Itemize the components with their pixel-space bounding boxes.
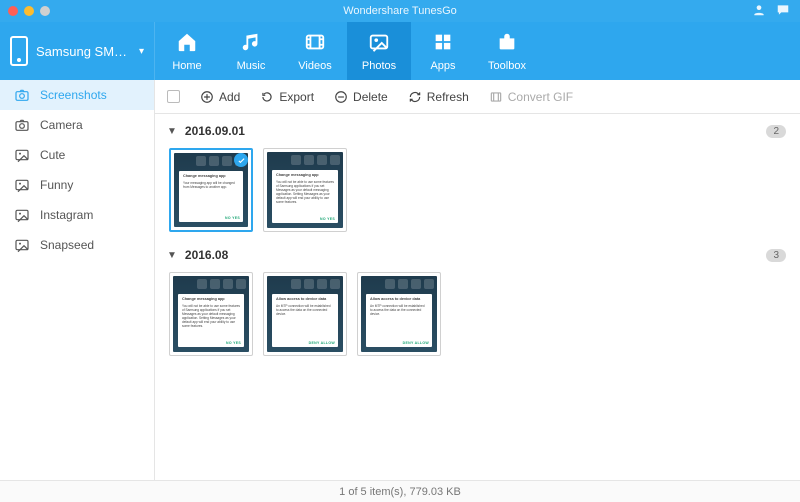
add-button[interactable]: Add	[200, 90, 240, 104]
music-icon	[240, 31, 262, 56]
sidebar-item-screenshots[interactable]: Screenshots	[0, 80, 154, 110]
refresh-icon	[408, 90, 422, 104]
refresh-label: Refresh	[427, 90, 469, 104]
select-all-checkbox[interactable]	[167, 90, 180, 103]
titlebar: Wondershare TunesGo	[0, 0, 800, 22]
minus-circle-icon	[334, 90, 348, 104]
photo-group: ▼ 2016.08 3 Change messaging app You will …	[161, 244, 786, 358]
account-icon[interactable]	[752, 3, 766, 20]
main-panel: Add Export Delete Refresh Convert GIF ▼ 2…	[155, 80, 800, 480]
photo-thumbnail[interactable]: Change messaging app Your messaging app …	[169, 148, 253, 232]
delete-button[interactable]: Delete	[334, 90, 388, 104]
close-window-button[interactable]	[8, 6, 18, 16]
app-title: Wondershare TunesGo	[0, 5, 800, 17]
video-icon	[304, 31, 326, 56]
sidebar-item-label: Instagram	[40, 208, 93, 222]
export-label: Export	[279, 90, 314, 104]
status-text: 1 of 5 item(s), 779.03 KB	[339, 486, 461, 498]
phone-icon	[10, 36, 28, 66]
tab-label: Apps	[430, 60, 455, 72]
photo-group: ▼ 2016.09.01 2 Change messaging app Your m…	[161, 120, 786, 234]
tab-music[interactable]: Music	[219, 22, 283, 80]
tab-label: Photos	[362, 60, 396, 72]
tab-videos[interactable]: Videos	[283, 22, 347, 80]
screenshot-preview: Allow access to device data An MTP conne…	[267, 276, 343, 352]
photo-thumbnail[interactable]: Change messaging app You will not be abl…	[169, 272, 253, 356]
tab-label: Home	[172, 60, 201, 72]
group-count-badge: 2	[766, 125, 786, 138]
plus-circle-icon	[200, 90, 214, 104]
sidebar-item-label: Cute	[40, 148, 65, 162]
export-button[interactable]: Export	[260, 90, 314, 104]
photos-icon	[368, 31, 390, 56]
delete-label: Delete	[353, 90, 388, 104]
tab-label: Videos	[298, 60, 331, 72]
film-icon	[489, 90, 503, 104]
tab-photos[interactable]: Photos	[347, 22, 411, 80]
tab-apps[interactable]: Apps	[411, 22, 475, 80]
image-icon	[14, 147, 30, 163]
sidebar-item-label: Funny	[40, 178, 73, 192]
tab-label: Music	[237, 60, 266, 72]
home-icon	[176, 31, 198, 56]
window-controls	[0, 6, 50, 16]
thumbnail-row: Change messaging app Your messaging app …	[161, 142, 786, 234]
sidebar-item-label: Screenshots	[40, 88, 107, 102]
sidebar: Screenshots Camera Cute Funny Instagram Snaps…	[0, 80, 155, 480]
device-name: Samsung SM-G...	[36, 44, 131, 59]
group-title: 2016.08	[185, 248, 228, 262]
disclosure-triangle-icon: ▼	[167, 126, 177, 137]
sidebar-item-instagram[interactable]: Instagram	[0, 200, 154, 230]
tab-home[interactable]: Home	[155, 22, 219, 80]
screenshot-preview: Change messaging app You will not be abl…	[173, 276, 249, 352]
refresh-button[interactable]: Refresh	[408, 90, 469, 104]
header: Samsung SM-G... ▾ Home Music Videos Photos A…	[0, 22, 800, 80]
photo-thumbnail[interactable]: Allow access to device data An MTP conne…	[263, 272, 347, 356]
group-header[interactable]: ▼ 2016.08 3	[161, 244, 786, 266]
status-bar: 1 of 5 item(s), 779.03 KB	[0, 480, 800, 502]
minimize-window-button[interactable]	[24, 6, 34, 16]
image-icon	[14, 207, 30, 223]
add-label: Add	[219, 90, 240, 104]
image-icon	[14, 237, 30, 253]
device-selector[interactable]: Samsung SM-G... ▾	[0, 22, 155, 80]
sidebar-item-label: Snapseed	[40, 238, 94, 252]
sidebar-item-snapseed[interactable]: Snapseed	[0, 230, 154, 260]
nav-tabs: Home Music Videos Photos Apps Toolbox	[155, 22, 539, 80]
selected-check-icon	[234, 153, 248, 167]
photo-grid: ▼ 2016.09.01 2 Change messaging app Your m…	[155, 114, 800, 480]
chevron-down-icon: ▾	[139, 46, 144, 57]
feedback-icon[interactable]	[776, 3, 790, 20]
disclosure-triangle-icon: ▼	[167, 250, 177, 261]
sidebar-item-funny[interactable]: Funny	[0, 170, 154, 200]
convert-gif-label: Convert GIF	[508, 90, 573, 104]
group-title: 2016.09.01	[185, 124, 245, 138]
apps-icon	[432, 31, 454, 56]
sidebar-item-cute[interactable]: Cute	[0, 140, 154, 170]
group-count-badge: 3	[766, 249, 786, 262]
toolbar: Add Export Delete Refresh Convert GIF	[155, 80, 800, 114]
convert-gif-button[interactable]: Convert GIF	[489, 90, 573, 104]
toolbox-icon	[496, 31, 518, 56]
camera-outline-icon	[14, 117, 30, 133]
export-icon	[260, 90, 274, 104]
tab-toolbox[interactable]: Toolbox	[475, 22, 539, 80]
thumbnail-row: Change messaging app You will not be abl…	[161, 266, 786, 358]
sidebar-item-label: Camera	[40, 118, 83, 132]
screenshot-preview: Change messaging app You will not be abl…	[267, 152, 343, 228]
tab-label: Toolbox	[488, 60, 526, 72]
image-icon	[14, 177, 30, 193]
sidebar-item-camera[interactable]: Camera	[0, 110, 154, 140]
camera-icon	[14, 87, 30, 103]
screenshot-preview: Allow access to device data An MTP conne…	[361, 276, 437, 352]
photo-thumbnail[interactable]: Change messaging app You will not be abl…	[263, 148, 347, 232]
zoom-window-button[interactable]	[40, 6, 50, 16]
group-header[interactable]: ▼ 2016.09.01 2	[161, 120, 786, 142]
photo-thumbnail[interactable]: Allow access to device data An MTP conne…	[357, 272, 441, 356]
